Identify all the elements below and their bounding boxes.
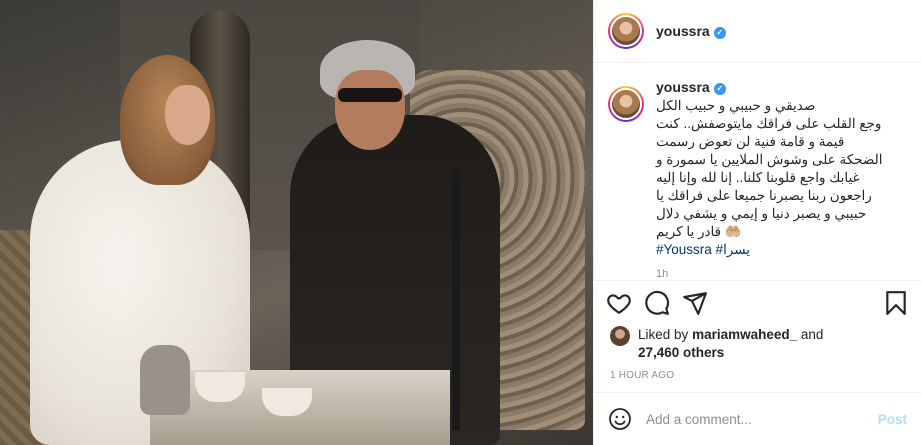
man-face bbox=[335, 70, 405, 150]
emoji-icon[interactable] bbox=[608, 407, 632, 431]
caption-username[interactable]: youssra ✓ bbox=[656, 79, 726, 95]
avatar-image bbox=[610, 15, 642, 47]
caption-time: 1h bbox=[656, 268, 669, 278]
avatar-image bbox=[610, 88, 642, 120]
username-text: youssra bbox=[656, 23, 710, 39]
cane bbox=[452, 170, 460, 430]
post-image[interactable] bbox=[0, 0, 593, 445]
profile-avatar[interactable] bbox=[608, 13, 644, 49]
post-comment-button[interactable]: Post bbox=[878, 412, 907, 427]
divider bbox=[594, 280, 921, 281]
comment-icon[interactable] bbox=[644, 290, 670, 316]
caption-block: youssra ✓ صديقي و حبيبي و حبيب الكل وجع ا… bbox=[608, 78, 907, 278]
bookmark-icon[interactable] bbox=[883, 290, 909, 316]
man-glasses bbox=[338, 88, 402, 102]
and-label: and bbox=[800, 327, 824, 342]
heart-icon[interactable] bbox=[606, 290, 632, 316]
likes-summary: Liked by mariamwaheed_ and 27,460 others bbox=[610, 326, 907, 362]
post-header: youssra ✓ bbox=[594, 0, 921, 63]
liked-by-label: Liked by bbox=[638, 327, 689, 342]
teapot bbox=[140, 345, 190, 415]
post-timestamp[interactable]: 1 HOUR AGO bbox=[610, 370, 674, 381]
woman-face bbox=[165, 85, 210, 145]
liked-by-user-link[interactable]: mariamwaheed_ bbox=[692, 327, 797, 342]
paper-plane-icon[interactable] bbox=[682, 290, 708, 316]
username-link[interactable]: youssra ✓ bbox=[656, 23, 726, 39]
verified-badge-icon: ✓ bbox=[713, 83, 726, 95]
likes-count-link[interactable]: 27,460 others bbox=[638, 345, 724, 360]
caption-username-text: youssra bbox=[656, 79, 710, 95]
tea-cup bbox=[195, 372, 245, 402]
comment-bar: Post bbox=[594, 392, 921, 445]
verified-badge-icon: ✓ bbox=[713, 27, 726, 39]
caption-text: صديقي و حبيبي و حبيب الكل وجع القلب على … bbox=[656, 98, 883, 239]
caption-avatar[interactable] bbox=[608, 86, 644, 122]
caption-body: youssra ✓ صديقي و حبيبي و حبيب الكل وجع ا… bbox=[656, 78, 907, 278]
comment-input[interactable] bbox=[646, 411, 878, 427]
hashtags-link[interactable]: #Youssra #يسرا bbox=[656, 241, 907, 259]
action-bar bbox=[606, 290, 909, 318]
liker-avatar[interactable] bbox=[610, 326, 630, 346]
post-side-panel: youssra ✓ youssra ✓ صديقي و حبيبي و حبيب ا… bbox=[593, 0, 921, 445]
